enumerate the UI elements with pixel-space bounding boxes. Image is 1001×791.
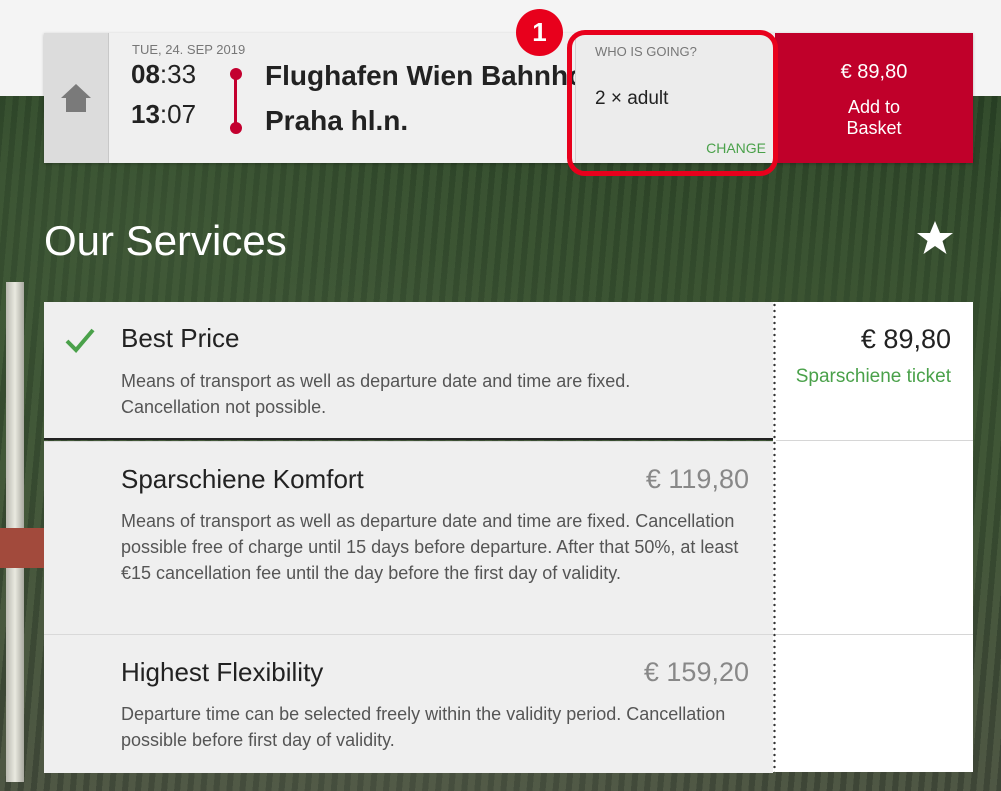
service-option-highest-flexibility[interactable]: Highest Flexibility € 159,20 Departure t… xyxy=(44,634,773,773)
background-train xyxy=(0,528,44,568)
service-title: Highest Flexibility xyxy=(121,657,324,687)
service-title: Sparschiene Komfort xyxy=(121,464,364,494)
service-price: € 119,80 xyxy=(645,464,749,494)
service-price: € 159,20 xyxy=(643,657,749,687)
services-panel: Best Price Means of transport as well as… xyxy=(44,302,973,773)
summary-empty-row xyxy=(776,635,973,772)
service-description: Means of transport as well as departure … xyxy=(121,511,739,583)
selected-price: € 89,80 xyxy=(860,324,951,354)
route-line xyxy=(234,75,237,123)
annotation-highlight xyxy=(567,30,778,176)
departure-time: 08:33 xyxy=(131,59,197,89)
journey-header: TUE, 24. SEP 2019 08:33 13:07 Flughafen … xyxy=(44,33,973,163)
trip-summary: TUE, 24. SEP 2019 08:33 13:07 Flughafen … xyxy=(109,33,575,163)
add-to-basket-button[interactable]: € 89,80 Add to Basket xyxy=(775,33,973,163)
service-description: Departure time can be selected freely wi… xyxy=(121,704,726,750)
service-option-best-price[interactable]: Best Price Means of transport as well as… xyxy=(44,302,773,439)
arrival-station: Praha hl.n. xyxy=(265,105,409,136)
service-option-sparschiene-komfort[interactable]: Sparschiene Komfort € 119,80 Means of tr… xyxy=(44,441,773,635)
services-heading: Our Services xyxy=(44,217,287,264)
basket-price: € 89,80 xyxy=(840,61,908,83)
service-description: Means of transport as well as departure … xyxy=(121,371,631,417)
home-icon xyxy=(61,84,91,112)
service-title: Best Price xyxy=(121,323,240,353)
route-end-dot xyxy=(230,122,242,134)
selected-ticket-summary: € 89,80 Sparschiene ticket xyxy=(776,302,973,441)
arrival-time: 13:07 xyxy=(131,99,197,129)
home-button[interactable] xyxy=(44,33,109,163)
selected-underline xyxy=(44,438,773,440)
selected-ticket-name: Sparschiene ticket xyxy=(795,366,951,387)
travel-date: TUE, 24. SEP 2019 xyxy=(132,42,246,57)
star-icon[interactable] xyxy=(915,218,955,258)
basket-label: Add to Basket xyxy=(846,97,902,138)
departure-station: Flughafen Wien Bahnhof xyxy=(265,60,575,91)
check-icon xyxy=(65,328,95,353)
annotation-badge: 1 xyxy=(516,9,563,56)
summary-empty-row xyxy=(776,441,973,635)
